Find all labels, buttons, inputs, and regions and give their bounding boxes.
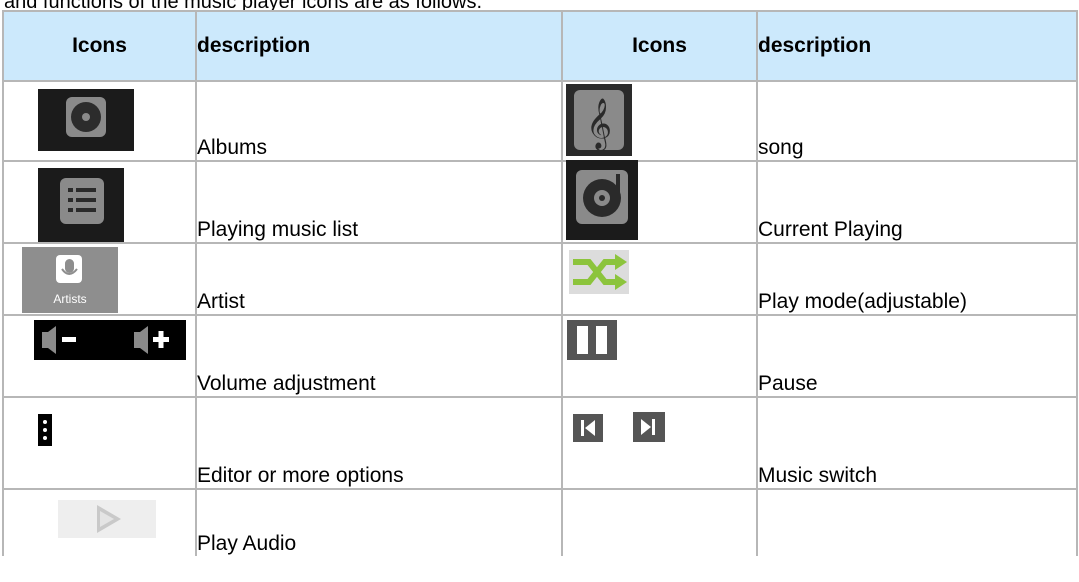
- description-cell: song: [756, 80, 1078, 162]
- table-row: Volume adjustment Pause: [2, 314, 1078, 398]
- icon-cell: [2, 396, 197, 490]
- description-cell: [756, 488, 1078, 556]
- icon-cell: 𝄞: [561, 80, 758, 162]
- song-icon: 𝄞: [566, 84, 632, 156]
- albums-icon: [38, 89, 134, 151]
- icon-cell: [561, 314, 758, 398]
- table-row: Editor or more options Music switch: [2, 396, 1078, 490]
- description-cell: Current Playing: [756, 160, 1078, 244]
- icon-cell: [2, 314, 197, 398]
- cropped-text-line: and functions of the music player icons …: [0, 0, 1079, 10]
- table-row: Artists Artist Play mode(adjustable): [2, 242, 1078, 316]
- description-cell: Playing music list: [195, 160, 563, 244]
- description-cell: Play Audio: [195, 488, 563, 556]
- icon-cell: [561, 160, 758, 244]
- icons-table: Icons description Icons description Albu…: [2, 10, 1078, 556]
- description-cell: Artist: [195, 242, 563, 316]
- header-description: description: [756, 10, 1078, 82]
- header-icons: Icons: [2, 10, 197, 82]
- svg-text:Artists: Artists: [53, 292, 86, 306]
- artists-icon: Artists: [22, 247, 118, 313]
- header-row: Icons description Icons description: [2, 10, 1078, 82]
- icon-cell: [561, 396, 758, 490]
- description-cell: Pause: [756, 314, 1078, 398]
- header-description: description: [195, 10, 563, 82]
- previous-next-icon: [573, 412, 667, 444]
- description-cell: Music switch: [756, 396, 1078, 490]
- header-icons: Icons: [561, 10, 758, 82]
- table-row: Albums 𝄞 song: [2, 80, 1078, 162]
- shuffle-icon: [569, 250, 629, 294]
- description-cell: Play mode(adjustable): [756, 242, 1078, 316]
- playing-list-icon: [38, 168, 124, 242]
- more-options-icon: [38, 414, 52, 446]
- current-playing-icon: [566, 160, 638, 240]
- icon-cell: [2, 80, 197, 162]
- play-icon: [58, 500, 156, 538]
- description-cell: Volume adjustment: [195, 314, 563, 398]
- icon-cell: [561, 488, 758, 556]
- table-row: Play Audio: [2, 488, 1078, 556]
- icon-cell: [2, 160, 197, 244]
- icon-cell: [2, 488, 197, 556]
- svg-text:𝄞: 𝄞: [586, 98, 612, 151]
- volume-icon: [34, 320, 186, 360]
- description-cell: Editor or more options: [195, 396, 563, 490]
- description-cell: Albums: [195, 80, 563, 162]
- icon-cell: Artists: [2, 242, 197, 316]
- table-row: Playing music list Current Playing: [2, 160, 1078, 244]
- pause-icon: [567, 320, 617, 360]
- icon-cell: [561, 242, 758, 316]
